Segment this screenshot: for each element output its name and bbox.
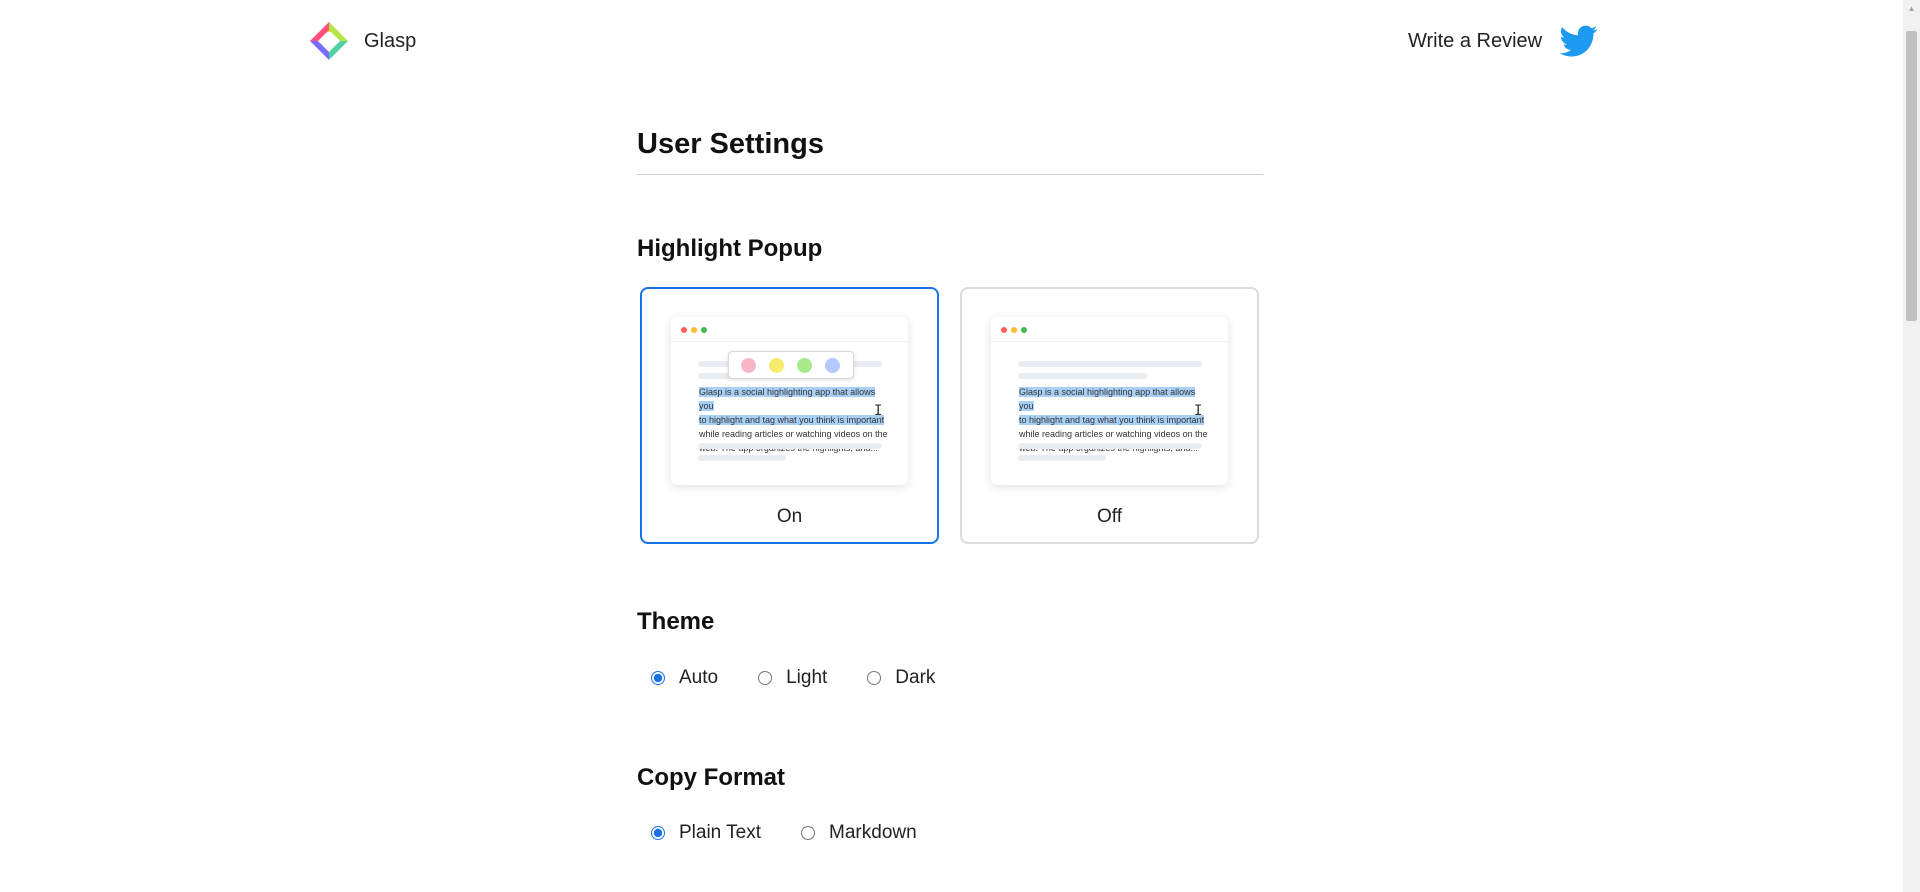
highlighted-text: to highlight and tag what you think is i… xyxy=(699,415,885,425)
vertical-scrollbar[interactable]: ▲ xyxy=(1903,0,1920,892)
glasp-logo-icon xyxy=(310,22,348,60)
placeholder-line xyxy=(1018,373,1148,379)
placeholder-line xyxy=(698,455,786,461)
scrollbar-thumb[interactable] xyxy=(1906,31,1917,321)
copy-format-radio-group: Plain Text Markdown xyxy=(651,822,957,844)
settings-content: User Settings Highlight Popup Glasp is a… xyxy=(637,120,1263,843)
yellow-color-icon xyxy=(769,358,784,373)
highlight-popup-title: Highlight Popup xyxy=(637,235,823,262)
copy-option-markdown[interactable]: Markdown xyxy=(801,822,917,844)
popup-on-label: On xyxy=(776,506,803,527)
popup-on-preview: Glasp is a social highlighting app that … xyxy=(671,317,908,485)
write-review-link[interactable]: Write a Review xyxy=(1408,30,1542,53)
theme-light-label: Light xyxy=(786,667,828,688)
window-titlebar xyxy=(671,317,908,342)
markdown-radio[interactable] xyxy=(801,826,816,840)
copy-option-plain-text[interactable]: Plain Text xyxy=(651,822,761,844)
window-maximize-dot-icon xyxy=(701,327,707,333)
placeholder-line xyxy=(698,443,882,449)
blue-color-icon xyxy=(825,358,840,373)
window-maximize-dot-icon xyxy=(1021,327,1027,333)
theme-dark-label: Dark xyxy=(895,667,936,688)
theme-option-light[interactable]: Light xyxy=(758,667,827,689)
window-close-dot-icon xyxy=(681,327,687,333)
theme-option-dark[interactable]: Dark xyxy=(867,667,935,689)
placeholder-line xyxy=(1018,455,1106,461)
page-title: User Settings xyxy=(637,128,824,160)
theme-title: Theme xyxy=(637,608,715,635)
title-divider xyxy=(637,174,1263,175)
pink-color-icon xyxy=(741,358,756,373)
window-minimize-dot-icon xyxy=(1011,327,1017,333)
highlighted-text: Glasp is a social highlighting app that … xyxy=(1019,387,1196,411)
theme-radio-group: Auto Light Dark xyxy=(651,667,975,689)
plain-text-radio[interactable] xyxy=(651,826,665,840)
placeholder-line xyxy=(1018,361,1202,367)
highlight-color-popup xyxy=(728,351,854,379)
theme-auto-label: Auto xyxy=(679,667,719,688)
theme-light-radio[interactable] xyxy=(758,671,773,685)
copy-format-title: Copy Format xyxy=(637,764,786,791)
green-color-icon xyxy=(797,358,812,373)
window-minimize-dot-icon xyxy=(691,327,697,333)
settings-page: Glasp Write a Review User Settings Highl… xyxy=(0,0,1920,892)
text-cursor-icon: I xyxy=(874,403,883,419)
twitter-icon[interactable] xyxy=(1560,22,1598,60)
highlight-popup-options: Glasp is a social highlighting app that … xyxy=(640,287,1260,544)
placeholder-line xyxy=(1018,443,1202,449)
theme-dark-radio[interactable] xyxy=(867,671,882,685)
window-close-dot-icon xyxy=(1001,327,1007,333)
highlighted-text: Glasp is a social highlighting app that … xyxy=(699,387,876,411)
popup-off-preview: Glasp is a social highlighting app that … xyxy=(991,317,1228,485)
markdown-label: Markdown xyxy=(829,822,917,843)
window-titlebar xyxy=(991,317,1228,342)
preview-text-line: while reading articles or watching video… xyxy=(1019,429,1208,439)
theme-auto-radio[interactable] xyxy=(651,671,665,685)
plain-text-label: Plain Text xyxy=(679,822,762,843)
brand-link[interactable]: Glasp xyxy=(308,20,416,62)
scroll-up-arrow-icon[interactable]: ▲ xyxy=(1903,0,1920,17)
popup-off-label: Off xyxy=(1097,506,1122,527)
text-cursor-icon: I xyxy=(1194,403,1203,419)
popup-off-card[interactable]: Glasp is a social highlighting app that … xyxy=(960,287,1259,544)
brand-name: Glasp xyxy=(364,29,417,52)
highlighted-text: to highlight and tag what you think is i… xyxy=(1019,415,1205,425)
theme-option-auto[interactable]: Auto xyxy=(651,667,718,689)
popup-on-card[interactable]: Glasp is a social highlighting app that … xyxy=(640,287,939,544)
preview-text-line: while reading articles or watching video… xyxy=(699,429,888,439)
header-actions: Write a Review xyxy=(1408,20,1598,62)
